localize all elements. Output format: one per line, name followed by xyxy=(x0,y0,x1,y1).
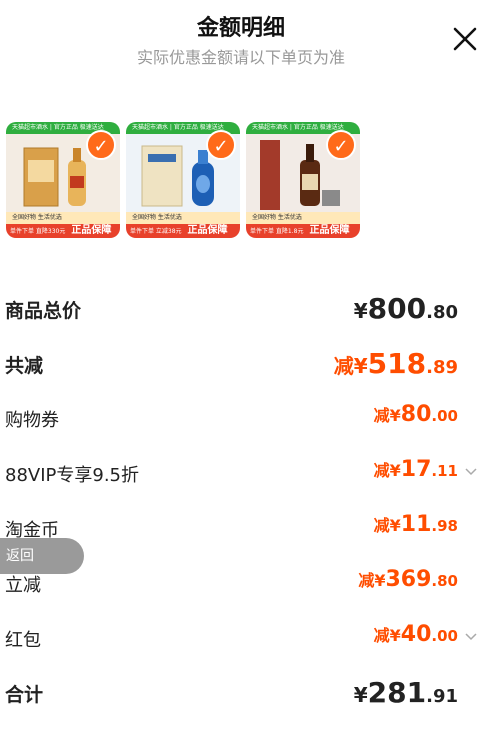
thumb-strip: 全国好物 生活优选 xyxy=(126,212,240,224)
row-label: 红包 xyxy=(5,630,41,651)
product-thumb[interactable]: 天猫超市酒水 | 官方正品 极速送达 全国好物 生活优选 单件下单 直降1.8元… xyxy=(246,122,360,238)
page-subtitle: 实际优惠金额请以下单页为准 xyxy=(136,48,345,67)
row-label: 共减 xyxy=(5,355,44,377)
chevron-down-icon[interactable] xyxy=(465,465,477,477)
product-thumbnails: 天猫超市酒水 | 官方正品 极速送达 全国好物 生活优选 单件下单 直降330元… xyxy=(6,122,476,240)
row-label: 88VIP专享9.5折 xyxy=(5,465,140,486)
page-title: 金额明细 xyxy=(196,16,285,41)
row-total-reduce: 共减 减¥518.89 xyxy=(0,343,482,383)
row-vip-discount[interactable]: 88VIP专享9.5折 减¥17.11 xyxy=(0,453,482,493)
thumb-strip: 全国好物 生活优选 xyxy=(246,212,360,224)
red-packet-amount: 减¥40.00 xyxy=(373,622,458,647)
row-label: 合计 xyxy=(5,684,44,706)
thumb-strip: 全国好物 生活优选 xyxy=(6,212,120,224)
chevron-down-icon[interactable] xyxy=(465,630,477,642)
close-icon xyxy=(453,27,477,51)
sum-amount: ¥281.91 xyxy=(353,676,458,709)
product-thumb[interactable]: 天猫超市酒水 | 官方正品 极速送达 全国好物 生活优选 单件下单 直降330元… xyxy=(6,122,120,238)
total-price-amount: ¥800.80 xyxy=(353,292,458,325)
header: 金额明细 实际优惠金额请以下单页为准 xyxy=(0,0,482,80)
row-coupon: 购物券 减¥80.00 xyxy=(0,398,482,438)
row-total-price: 商品总价 ¥800.80 xyxy=(0,288,482,328)
coupon-amount: 减¥80.00 xyxy=(373,402,458,427)
total-reduce-amount: 减¥518.89 xyxy=(333,347,458,380)
close-button[interactable] xyxy=(448,22,482,56)
row-label: 购物券 xyxy=(5,410,59,431)
thumb-bottombar: 单件下单 直降1.8元 正品保障 xyxy=(246,224,360,238)
taojinbi-amount: 减¥11.98 xyxy=(373,512,458,537)
product-thumb[interactable]: 天猫超市酒水 | 官方正品 极速送达 全国好物 生活优选 单件下单 立减38元正… xyxy=(126,122,240,238)
thumb-bottombar: 单件下单 直降330元 正品保障 xyxy=(6,224,120,238)
selected-check-icon[interactable]: ✓ xyxy=(86,130,116,160)
selected-check-icon[interactable]: ✓ xyxy=(206,130,236,160)
row-label: 立减 xyxy=(5,575,41,596)
row-sum: 合计 ¥281.91 xyxy=(0,672,482,712)
row-red-packet[interactable]: 红包 减¥40.00 xyxy=(0,618,482,658)
selected-check-icon[interactable]: ✓ xyxy=(326,130,356,160)
vip-amount: 减¥17.11 xyxy=(373,457,458,482)
thumb-bottombar: 单件下单 立减38元 正品保障 xyxy=(126,224,240,238)
instant-amount: 减¥369.80 xyxy=(358,567,458,592)
row-label: 商品总价 xyxy=(5,300,82,322)
back-button[interactable]: 返回 xyxy=(0,538,84,574)
